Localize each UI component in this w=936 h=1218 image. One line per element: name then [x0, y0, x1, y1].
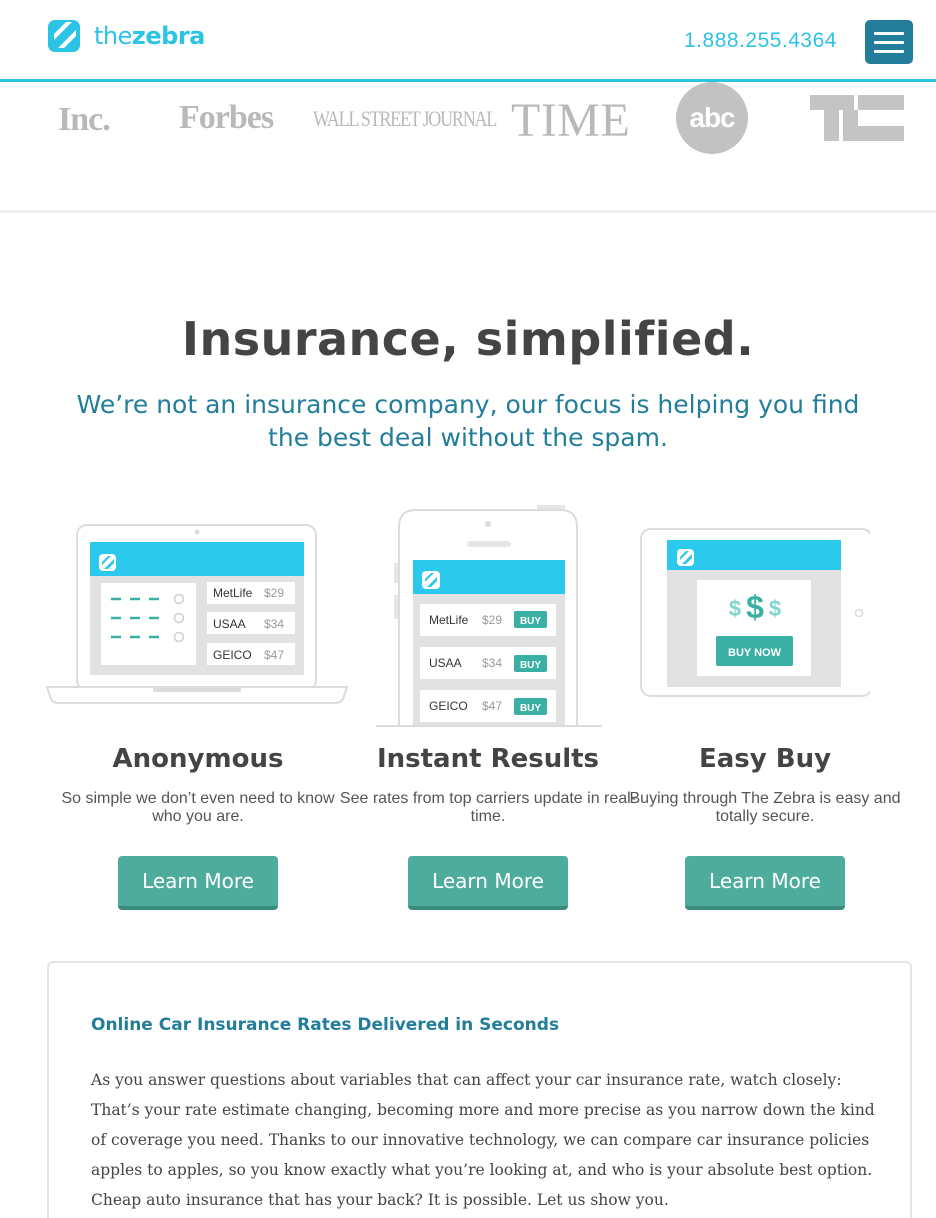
press-logo-abc: abc [676, 82, 748, 154]
press-logos-bar: Inc. Forbes WALL STREET JOURNAL TIME abc [0, 82, 936, 213]
menu-bar-icon [874, 49, 904, 53]
carrier-price: $29 [482, 613, 502, 627]
site-header: thezebra 1.888.255.4364 [0, 0, 936, 82]
logo[interactable]: thezebra [48, 20, 205, 52]
press-logo-techcrunch-icon [810, 95, 904, 141]
carrier-name: MetLife [429, 613, 469, 627]
carrier-price: $29 [264, 586, 284, 600]
feature-title-easy-buy: Easy Buy [698, 744, 832, 774]
dollar-sign-small: $ [729, 596, 741, 621]
feature-desc-anonymous: So simple we don’t even need to know who… [61, 790, 335, 825]
hero-subtitle: We’re not an insurance company, our focu… [76, 390, 860, 452]
phone-illustration: MetLife $29 BUY USAA $34 BUY GEICO $47 B… [376, 505, 602, 727]
info-title: Online Car Insurance Rates Delivered in … [91, 1015, 560, 1035]
learn-more-easy-buy-button[interactable]: Learn More [685, 856, 845, 910]
buy-button: BUY [520, 616, 541, 627]
phone-number-link[interactable]: 1.888.255.4364 [684, 29, 837, 53]
dollar-sign-small: $ [769, 596, 781, 621]
buy-button: BUY [520, 703, 541, 714]
menu-bar-icon [874, 40, 904, 44]
menu-bar-icon [874, 31, 904, 35]
press-logo-wsj: WALL STREET JOURNAL [313, 106, 497, 131]
zebra-logo-icon [48, 20, 80, 52]
learn-more-anonymous-button[interactable]: Learn More [118, 856, 278, 910]
carrier-name: MetLife [213, 586, 253, 600]
press-logo-time: TIME [511, 94, 631, 147]
dollar-sign-large: $ [746, 589, 764, 625]
buy-now-button: BUY NOW [728, 647, 782, 659]
feature-title-anonymous: Anonymous [112, 744, 284, 774]
carrier-name: GEICO [429, 699, 468, 713]
info-box: Online Car Insurance Rates Delivered in … [47, 961, 912, 1218]
carrier-name: GEICO [213, 648, 252, 662]
feature-title-instant-results: Instant Results [376, 744, 600, 774]
carrier-price: $34 [482, 656, 502, 670]
zebra-logo-icon [99, 554, 116, 571]
info-body: As you answer questions about variables … [91, 1071, 875, 1209]
buy-button: BUY [520, 660, 541, 671]
carrier-price: $34 [264, 617, 284, 631]
zebra-logo-icon [422, 571, 440, 589]
carrier-name: USAA [213, 617, 246, 631]
logo-text: thezebra [94, 22, 205, 50]
feature-desc-easy-buy: Buying through The Zebra is easy and tot… [629, 790, 901, 825]
carrier-name: USAA [429, 656, 462, 670]
carrier-price: $47 [264, 648, 284, 662]
press-logo-inc: Inc. [58, 101, 111, 138]
press-logo-forbes: Forbes [179, 99, 274, 136]
learn-more-instant-results-button[interactable]: Learn More [408, 856, 568, 910]
feature-desc-instant-results: See rates from top carriers update in re… [339, 790, 637, 825]
carrier-price: $47 [482, 699, 502, 713]
laptop-illustration: MetLife $29 USAA $34 GEICO $47 [45, 524, 349, 704]
zebra-logo-icon [677, 549, 694, 566]
hamburger-menu-button[interactable] [865, 20, 913, 64]
tablet-illustration: $ $ $ BUY NOW [640, 528, 870, 697]
hero-title: Insurance, simplified. [181, 312, 755, 366]
